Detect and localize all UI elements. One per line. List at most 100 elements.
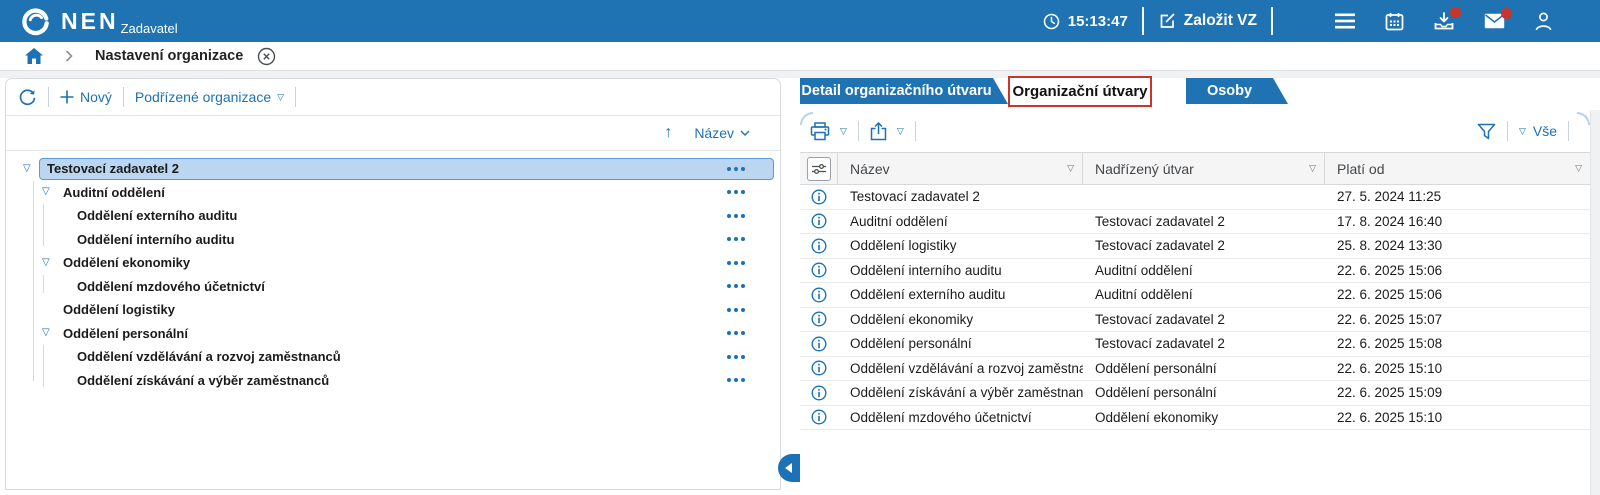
tree-item-body[interactable]: Oddělení vzdělávání a rozvoj zaměstnanců	[39, 346, 774, 368]
calendar-icon[interactable]	[1385, 12, 1404, 31]
table-row[interactable]: Oddělení mzdového účetnictví Oddělení ek…	[800, 406, 1590, 431]
menu-icon[interactable]	[1335, 13, 1355, 29]
info-icon[interactable]	[811, 189, 827, 205]
cell-nazev: Oddělení logistiky	[838, 238, 1083, 253]
row-actions-button[interactable]	[727, 284, 745, 288]
suborganizations-dropdown[interactable]: Podřízené organizace ▽	[135, 89, 284, 105]
tree-item-label: Oddělení získávání a výběr zaměstnanců	[40, 373, 329, 388]
create-vz-button[interactable]: Založit VZ	[1158, 12, 1257, 30]
table-row[interactable]: Oddělení logistiky Testovací zadavatel 2…	[800, 234, 1590, 259]
expander-icon[interactable]: ▽	[23, 164, 31, 174]
tree-item[interactable]: ▽ Oddělení personální	[6, 322, 780, 346]
tree-item[interactable]: ▽ Oddělení vzdělávání a rozvoj zaměstnan…	[6, 345, 780, 369]
info-icon[interactable]	[811, 213, 827, 229]
tab-label: Osoby	[1207, 83, 1252, 99]
column-filter-icon[interactable]: ▽	[1067, 163, 1074, 174]
column-filter-icon[interactable]: ▽	[1309, 163, 1316, 174]
row-actions-button[interactable]	[727, 214, 745, 218]
tree-item-body[interactable]: Oddělení personální	[39, 323, 774, 345]
info-icon[interactable]	[811, 336, 827, 352]
tree-item-body[interactable]: Oddělení logistiky	[39, 299, 774, 321]
tree-item-body[interactable]: Oddělení získávání a výběr zaměstnanců	[39, 370, 774, 392]
info-icon[interactable]	[811, 238, 827, 254]
cell-nadrizeny-utvar: Testovací zadavatel 2	[1083, 312, 1325, 327]
detail-tabs: Detail organizačního útvaru Organizační …	[800, 78, 1288, 112]
info-icon[interactable]	[811, 385, 827, 401]
org-units-table: Testovací zadavatel 2 27. 5. 2024 11:25 …	[800, 185, 1590, 430]
user-icon[interactable]	[1535, 12, 1552, 31]
row-actions-button[interactable]	[727, 190, 745, 194]
collapse-panel-handle[interactable]	[778, 454, 800, 482]
column-header-nazev[interactable]: Název ▽	[838, 153, 1083, 184]
tree-item[interactable]: ▽ Oddělení interního auditu	[6, 228, 780, 252]
tab-osoby[interactable]: Osoby	[1186, 78, 1288, 104]
filter-funnel-icon	[1477, 123, 1496, 140]
tree-item[interactable]: ▽ Oddělení externího auditu	[6, 204, 780, 228]
cell-plati-od: 22. 6. 2025 15:10	[1325, 361, 1590, 376]
tree-item-body[interactable]: Auditní oddělení	[39, 182, 774, 204]
cell-nadrizeny-utvar: Oddělení personální	[1083, 361, 1325, 376]
tree-item[interactable]: ▽ Oddělení logistiky	[6, 298, 780, 322]
filter-button[interactable]	[1477, 123, 1496, 140]
table-row[interactable]: Oddělení získávání a výběr zaměstnan... …	[800, 381, 1590, 406]
column-filter-icon[interactable]: ▽	[1575, 163, 1582, 174]
table-row[interactable]: Oddělení interního auditu Auditní odděle…	[800, 259, 1590, 284]
print-dropdown[interactable]: ▽	[810, 122, 847, 141]
toolbar-separator	[295, 87, 296, 107]
page-title: Nastavení organizace	[95, 48, 243, 64]
nen-logo[interactable]: NEN Zadavatel	[20, 6, 178, 37]
close-page-icon[interactable]	[257, 47, 276, 66]
row-actions-button[interactable]	[727, 331, 745, 335]
triangle-down-icon: ▽	[277, 93, 284, 102]
tree-item-label: Oddělení vzdělávání a rozvoj zaměstnanců	[40, 349, 341, 364]
table-row[interactable]: Testovací zadavatel 2 27. 5. 2024 11:25	[800, 185, 1590, 210]
tree-item-body[interactable]: Oddělení mzdového účetnictví	[39, 276, 774, 298]
tree-item-body[interactable]: Oddělení externího auditu	[39, 205, 774, 227]
tab-organizacni-utvary[interactable]: Organizační útvary	[1008, 76, 1152, 107]
info-icon[interactable]	[811, 409, 827, 425]
table-row[interactable]: Auditní oddělení Testovací zadavatel 2 1…	[800, 210, 1590, 235]
info-icon[interactable]	[811, 262, 827, 278]
tree-item[interactable]: ▽ Auditní oddělení	[6, 181, 780, 205]
home-icon[interactable]	[25, 48, 43, 64]
row-actions-button[interactable]	[727, 167, 745, 171]
inbox-download-icon[interactable]	[1434, 12, 1454, 31]
tree-item-body[interactable]: Oddělení interního auditu	[39, 229, 774, 251]
triangle-down-icon: ▽	[897, 126, 904, 137]
row-actions-button[interactable]	[727, 237, 745, 241]
row-actions-button[interactable]	[727, 308, 745, 312]
tree-item[interactable]: ▽ Oddělení ekonomiky	[6, 251, 780, 275]
export-dropdown[interactable]: ▽	[870, 122, 904, 141]
column-chooser-button[interactable]	[807, 157, 831, 181]
row-actions-button[interactable]	[727, 355, 745, 359]
tree-item[interactable]: ▽ Testovací zadavatel 2	[6, 157, 780, 181]
sort-direction-button[interactable]: ↑	[664, 124, 672, 142]
table-row[interactable]: Oddělení personální Testovací zadavatel …	[800, 332, 1590, 357]
info-icon[interactable]	[811, 287, 827, 303]
filter-scope-dropdown[interactable]: ▽ Vše	[1519, 123, 1557, 139]
tree-item[interactable]: ▽ Oddělení získávání a výběr zaměstnanců	[6, 369, 780, 393]
cell-plati-od: 22. 6. 2025 15:07	[1325, 312, 1590, 327]
cell-nadrizeny-utvar: Testovací zadavatel 2	[1083, 336, 1325, 351]
row-actions-button[interactable]	[727, 378, 745, 382]
info-icon[interactable]	[811, 311, 827, 327]
mail-icon[interactable]	[1484, 13, 1505, 29]
tree-item-body[interactable]: Oddělení ekonomiky	[39, 252, 774, 274]
grid-toolbar: ▽ ▽ ▽ Vše	[800, 110, 1590, 152]
column-header-plati-od[interactable]: Platí od ▽	[1325, 153, 1590, 184]
info-icon[interactable]	[811, 360, 827, 376]
row-actions-button[interactable]	[727, 261, 745, 265]
organization-tree-panel: Nový Podřízené organizace ▽ ↑ Název ▽ Te…	[5, 78, 781, 490]
cell-nazev: Oddělení mzdového účetnictví	[838, 410, 1083, 425]
table-row[interactable]: Oddělení ekonomiky Testovací zadavatel 2…	[800, 308, 1590, 333]
sort-field-dropdown[interactable]: Název	[694, 125, 750, 141]
tree-item-body[interactable]: Testovací zadavatel 2	[39, 158, 774, 180]
table-row[interactable]: Oddělení externího auditu Auditní odděle…	[800, 283, 1590, 308]
column-header-nadrizeny-utvar[interactable]: Nadřízený útvar ▽	[1083, 153, 1325, 184]
new-button[interactable]: Nový	[60, 89, 112, 105]
vertical-scrollbar[interactable]	[1590, 110, 1600, 495]
tab-detail-organizacniho-utvaru[interactable]: Detail organizačního útvaru	[800, 78, 1008, 104]
tree-item[interactable]: ▽ Oddělení mzdového účetnictví	[6, 275, 780, 299]
refresh-button[interactable]	[18, 88, 37, 107]
table-row[interactable]: Oddělení vzdělávání a rozvoj zaměstna...…	[800, 357, 1590, 382]
